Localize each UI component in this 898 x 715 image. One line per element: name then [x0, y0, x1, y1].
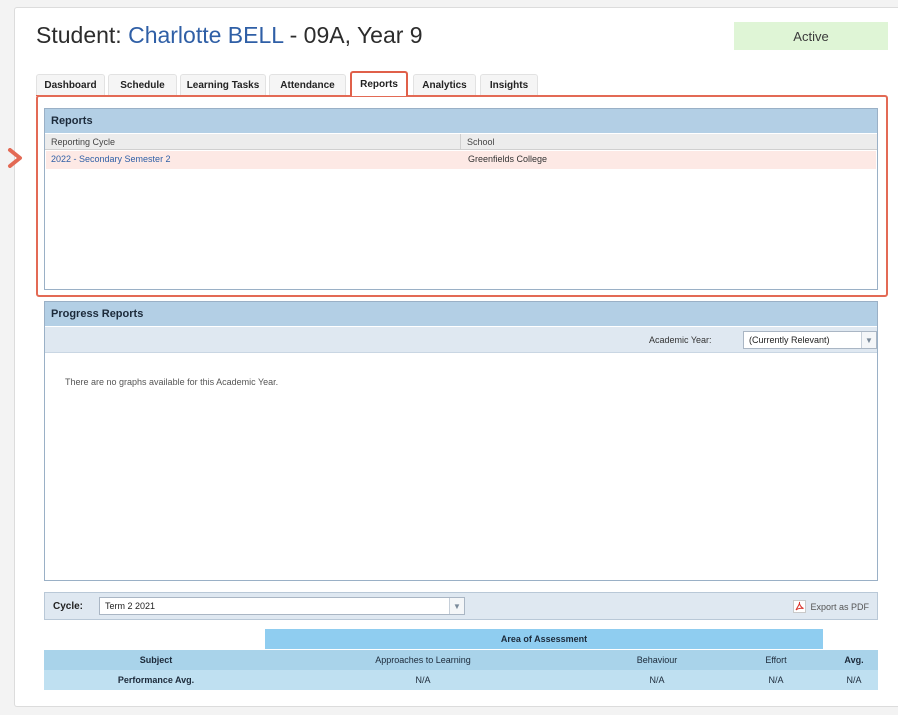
area-of-assessment-header: Area of Assessment [265, 629, 823, 649]
column-header-school: School [461, 134, 877, 150]
academic-year-select[interactable]: (Currently Relevant) ▼ [743, 331, 877, 349]
table-row[interactable]: 2022 - Secondary Semester 2 Greenfields … [46, 151, 876, 169]
tab-dashboard[interactable]: Dashboard [36, 74, 105, 95]
export-pdf-button[interactable]: Export as PDF [793, 600, 869, 613]
tab-attendance[interactable]: Attendance [269, 74, 346, 95]
status-badge: Active [734, 22, 888, 50]
progress-reports-heading: Progress Reports [45, 302, 877, 326]
academic-year-label: Academic Year: [649, 335, 712, 345]
chevron-down-icon[interactable]: ▼ [449, 598, 464, 614]
tab-analytics[interactable]: Analytics [413, 74, 476, 95]
column-header-approaches: Approaches to Learning [375, 655, 471, 665]
title-suffix: - 09A, Year 9 [283, 22, 423, 48]
column-header-effort: Effort [765, 655, 787, 665]
tab-learning-tasks[interactable]: Learning Tasks [180, 74, 266, 95]
tab-insights[interactable]: Insights [480, 74, 538, 95]
column-header-behaviour: Behaviour [636, 655, 678, 665]
tab-reports[interactable]: Reports [350, 71, 408, 96]
performance-avg-label: Performance Avg. [117, 675, 195, 685]
export-pdf-label: Export as PDF [810, 601, 869, 612]
column-header-subject: Subject [139, 655, 173, 665]
cycle-value: Term 2 2021 [105, 601, 156, 611]
avg-value: N/A [846, 675, 862, 685]
cycle-select[interactable]: Term 2 2021 ▼ [99, 597, 465, 615]
student-name: Charlotte BELL [128, 22, 284, 48]
progress-reports-panel: Progress Reports Academic Year: (Current… [44, 301, 878, 581]
table-row: Performance Avg. N/A N/A N/A N/A [44, 670, 878, 690]
column-header-avg: Avg. [844, 655, 864, 665]
reporting-cycle-link[interactable]: 2022 - Secondary Semester 2 [51, 154, 171, 164]
tab-underline [36, 95, 878, 96]
assessment-column-headers: Subject Approaches to Learning Behaviour… [44, 650, 878, 670]
academic-year-value: (Currently Relevant) [749, 335, 830, 345]
chevron-right-icon [8, 148, 22, 168]
behaviour-value: N/A [649, 675, 665, 685]
reports-panel: Reports Reporting Cycle School 2022 - Se… [44, 108, 878, 290]
approaches-value: N/A [415, 675, 431, 685]
title-prefix: Student: [36, 22, 129, 48]
tab-schedule[interactable]: Schedule [108, 74, 177, 95]
chevron-down-icon[interactable]: ▼ [861, 332, 876, 348]
cycle-bar: Cycle: Term 2 2021 ▼ Export as PDF [44, 592, 878, 620]
pdf-icon [793, 600, 807, 613]
empty-graphs-message: There are no graphs available for this A… [65, 377, 279, 387]
page-title: Student: Charlotte BELL - 09A, Year 9 [36, 22, 423, 49]
cycle-label: Cycle: [53, 601, 84, 612]
reports-heading: Reports [45, 109, 877, 133]
school-cell: Greenfields College [468, 154, 548, 164]
academic-year-bar: Academic Year: (Currently Relevant) ▼ [45, 327, 877, 353]
column-header-reporting-cycle: Reporting Cycle [45, 134, 461, 150]
effort-value: N/A [768, 675, 784, 685]
